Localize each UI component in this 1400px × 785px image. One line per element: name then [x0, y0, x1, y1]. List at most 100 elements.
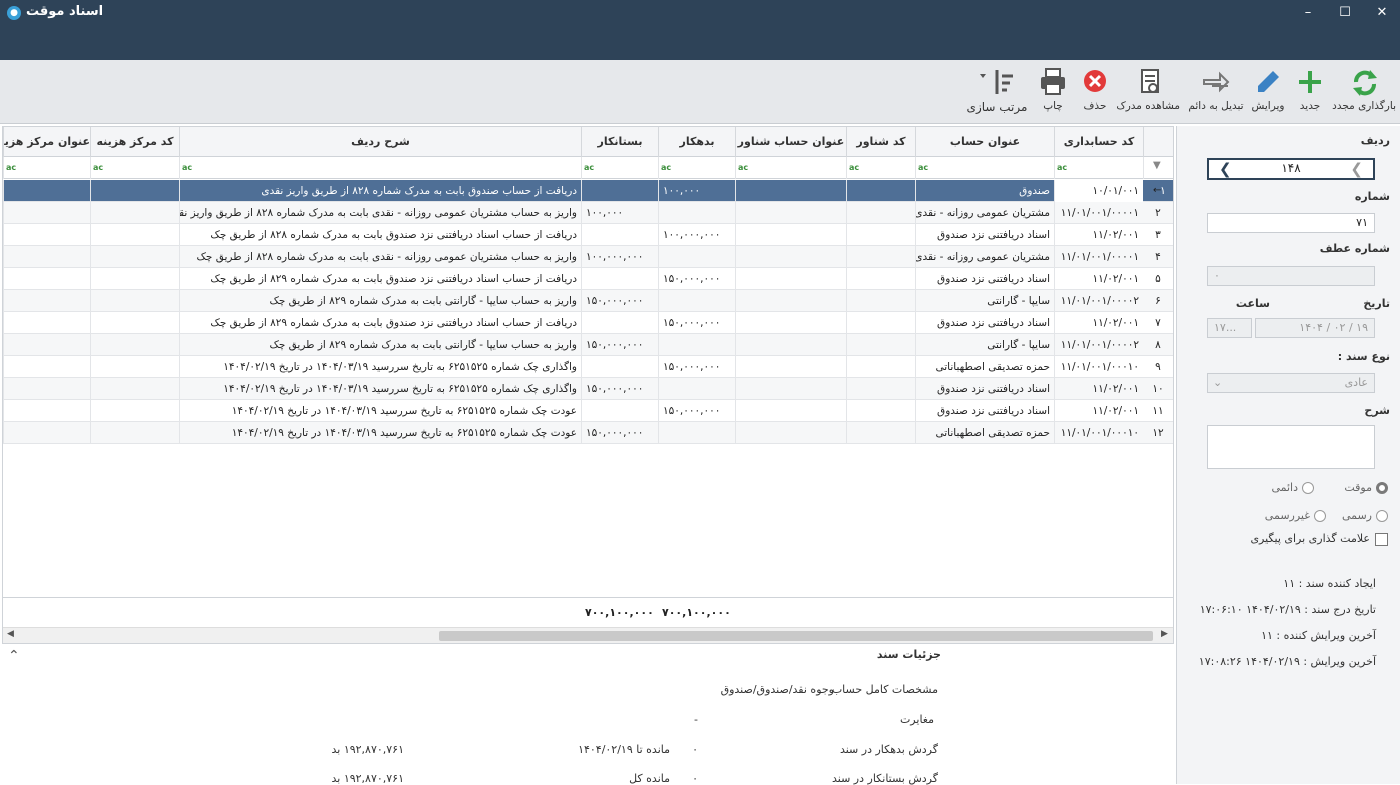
cost-center-title-cell[interactable] — [3, 400, 90, 422]
doc-type-select[interactable]: عادی ⌄ — [1207, 373, 1375, 393]
new-button[interactable]: جدید — [1292, 66, 1328, 120]
filter-code[interactable]: ac — [1054, 157, 1143, 179]
cost-center-title-cell[interactable] — [3, 246, 90, 268]
credit-amount-cell[interactable]: ۱۵۰,۰۰۰,۰۰۰ — [581, 290, 658, 312]
prev-row-icon[interactable]: ❮ — [1219, 160, 1232, 178]
float-code-cell[interactable] — [846, 290, 915, 312]
credit-amount-cell[interactable] — [581, 356, 658, 378]
scroll-left-icon[interactable]: ◀ — [7, 629, 14, 639]
credit-amount-cell[interactable] — [581, 400, 658, 422]
debit-amount-cell[interactable]: ۱۵۰,۰۰۰,۰۰۰ — [658, 312, 735, 334]
cost-center-title-cell[interactable] — [3, 224, 90, 246]
debit-amount-cell[interactable]: ۱۵۰,۰۰۰,۰۰۰ — [658, 400, 735, 422]
account-code-cell[interactable]: ۱۱/۰۲/۰۰۱ — [1054, 312, 1143, 334]
account-title-cell[interactable]: مشتریان عمومی روزانه - نقدی — [915, 202, 1054, 224]
float-code-cell[interactable] — [846, 400, 915, 422]
row-description-cell[interactable]: واگذاری چک شماره ۶۲۵۱۵۲۵ به تاریخ سررسید… — [179, 356, 581, 378]
table-row[interactable]: ۶ ۱۱/۰۱/۰۰۱/۰۰۰۰۲ سایپا - گارانتی ۱۵۰,۰۰۰,۰… — [3, 290, 1173, 312]
float-title-cell[interactable] — [735, 400, 846, 422]
sort-button[interactable]: مرتب سازی — [964, 66, 1030, 120]
reload-button[interactable]: بارگذاری مجدد — [1332, 66, 1396, 120]
account-title-cell[interactable]: سایپا - گارانتی — [915, 334, 1054, 356]
table-row[interactable]: ۵ ۱۱/۰۲/۰۰۱ اسناد دریافتنی نزد صندوق ۱۵۰,۰۰… — [3, 268, 1173, 290]
float-title-cell[interactable] — [735, 246, 846, 268]
row-number-cell[interactable]: ۳ — [1143, 224, 1173, 246]
cost-center-title-cell[interactable] — [3, 378, 90, 400]
float-code-cell[interactable] — [846, 268, 915, 290]
filter-title[interactable]: ac — [915, 157, 1054, 179]
credit-amount-cell[interactable] — [581, 180, 658, 202]
cost-center-title-cell[interactable] — [3, 334, 90, 356]
filter-description[interactable]: ac — [179, 157, 581, 179]
account-code-cell[interactable]: ۱۱/۰۲/۰۰۱ — [1054, 224, 1143, 246]
cost-center-title-cell[interactable] — [3, 290, 90, 312]
row-description-cell[interactable]: دریافت از حساب صندوق بابت به مدرک شماره … — [179, 180, 581, 202]
row-description-cell[interactable]: واگذاری چک شماره ۶۲۵۱۵۲۵ به تاریخ سررسید… — [179, 378, 581, 400]
account-title-cell[interactable]: اسناد دریافتنی نزد صندوق — [915, 312, 1054, 334]
account-title-cell[interactable]: حمزه تصدیقی اصطهباناتی — [915, 356, 1054, 378]
float-code-cell[interactable] — [846, 180, 915, 202]
cost-center-code-cell[interactable] — [90, 180, 179, 202]
account-code-cell[interactable]: ۱۱/۰۱/۰۰۱/۰۰۰۱۰ — [1054, 356, 1143, 378]
row-description-cell[interactable]: دریافت از حساب اسناد دریافتنی نزد صندوق … — [179, 312, 581, 334]
float-code-cell[interactable] — [846, 246, 915, 268]
cost-center-code-cell[interactable] — [90, 356, 179, 378]
header-title[interactable]: عنوان حساب — [915, 127, 1054, 157]
table-row[interactable]: ۹ ۱۱/۰۱/۰۰۱/۰۰۰۱۰ حمزه تصدیقی اصطهباناتی ۱۵… — [3, 356, 1173, 378]
float-code-cell[interactable] — [846, 378, 915, 400]
row-number-cell[interactable]: ۷ — [1143, 312, 1173, 334]
time-field[interactable]: ۱۷... — [1207, 318, 1252, 338]
cost-center-title-cell[interactable] — [3, 268, 90, 290]
float-code-cell[interactable] — [846, 202, 915, 224]
account-title-cell[interactable]: اسناد دریافتنی نزد صندوق — [915, 224, 1054, 246]
cost-center-code-cell[interactable] — [90, 224, 179, 246]
view-document-button[interactable]: مشاهده مدرک — [1116, 66, 1180, 120]
close-window-button[interactable]: ✕ — [1370, 4, 1394, 22]
account-code-cell[interactable]: ۱۱/۰۲/۰۰۱ — [1054, 378, 1143, 400]
cost-center-code-cell[interactable] — [90, 422, 179, 444]
account-code-cell[interactable]: ۱۱/۰۱/۰۰۱/۰۰۰۰۲ — [1054, 290, 1143, 312]
account-title-cell[interactable]: اسناد دریافتنی نزد صندوق — [915, 400, 1054, 422]
table-row[interactable]: ۸ ۱۱/۰۱/۰۰۱/۰۰۰۰۲ سایپا - گارانتی ۱۵۰,۰۰۰,۰… — [3, 334, 1173, 356]
debit-amount-cell[interactable] — [658, 378, 735, 400]
table-row[interactable]: ۱۱ ۱۱/۰۲/۰۰۱ اسناد دریافتنی نزد صندوق ۱۵۰,۰… — [3, 400, 1173, 422]
credit-amount-cell[interactable] — [581, 224, 658, 246]
radio-temporary[interactable]: موقت — [1344, 481, 1388, 494]
credit-amount-cell[interactable] — [581, 268, 658, 290]
account-code-cell[interactable]: ۱۱/۰۱/۰۰۱/۰۰۰۱۰ — [1054, 422, 1143, 444]
minimize-button[interactable]: – — [1296, 4, 1320, 22]
edit-button[interactable]: ویرایش — [1250, 66, 1286, 120]
float-title-cell[interactable] — [735, 202, 846, 224]
float-title-cell[interactable] — [735, 290, 846, 312]
account-title-cell[interactable]: سایپا - گارانتی — [915, 290, 1054, 312]
table-row[interactable]: ۴ ۱۱/۰۱/۰۰۱/۰۰۰۰۱ مشتریان عمومی روزانه - ن… — [3, 246, 1173, 268]
row-description-cell[interactable]: دریافت از حساب اسناد دریافتنی نزد صندوق … — [179, 224, 581, 246]
table-row[interactable]: ۷ ۱۱/۰۲/۰۰۱ اسناد دریافتنی نزد صندوق ۱۵۰,۰۰… — [3, 312, 1173, 334]
account-code-cell[interactable]: ۱۱/۰۱/۰۰۱/۰۰۰۰۱ — [1054, 202, 1143, 224]
cost-center-code-cell[interactable] — [90, 202, 179, 224]
account-title-cell[interactable]: اسناد دریافتنی نزد صندوق — [915, 378, 1054, 400]
row-description-cell[interactable]: عودت چک شماره ۶۲۵۱۵۲۵ به تاریخ سررسید ۱۴… — [179, 422, 581, 444]
credit-amount-cell[interactable]: ۱۵۰,۰۰۰,۰۰۰ — [581, 378, 658, 400]
filter-credit[interactable]: ac — [581, 157, 658, 179]
float-code-cell[interactable] — [846, 224, 915, 246]
filter-funnel[interactable]: ▼ — [1143, 157, 1173, 179]
debit-amount-cell[interactable]: ۱۵۰,۰۰۰,۰۰۰ — [658, 268, 735, 290]
filter-cost-code[interactable]: ac — [90, 157, 179, 179]
debit-amount-cell[interactable] — [658, 422, 735, 444]
account-code-cell[interactable]: ۱۱/۰۱/۰۰۱/۰۰۰۰۱ — [1054, 246, 1143, 268]
convert-permanent-button[interactable]: تبدیل به دائم — [1188, 66, 1244, 120]
header-float-code[interactable]: کد شناور — [846, 127, 915, 157]
next-row-icon[interactable]: ❮ — [1350, 160, 1363, 178]
account-title-cell[interactable]: حمزه تصدیقی اصطهباناتی — [915, 422, 1054, 444]
row-description-cell[interactable]: واریز به حساب مشتریان عمومی روزانه - نقد… — [179, 202, 581, 224]
debit-amount-cell[interactable]: ۱۰۰,۰۰۰,۰۰۰ — [658, 224, 735, 246]
table-row[interactable]: ۱۰ ۱۱/۰۲/۰۰۱ اسناد دریافتنی نزد صندوق ۱۵۰,۰… — [3, 378, 1173, 400]
float-title-cell[interactable] — [735, 334, 846, 356]
cost-center-code-cell[interactable] — [90, 334, 179, 356]
cost-center-title-cell[interactable] — [3, 312, 90, 334]
float-code-cell[interactable] — [846, 356, 915, 378]
credit-amount-cell[interactable]: ۱۵۰,۰۰۰,۰۰۰ — [581, 334, 658, 356]
scrollbar-thumb[interactable] — [439, 631, 1153, 641]
credit-amount-cell[interactable] — [581, 312, 658, 334]
